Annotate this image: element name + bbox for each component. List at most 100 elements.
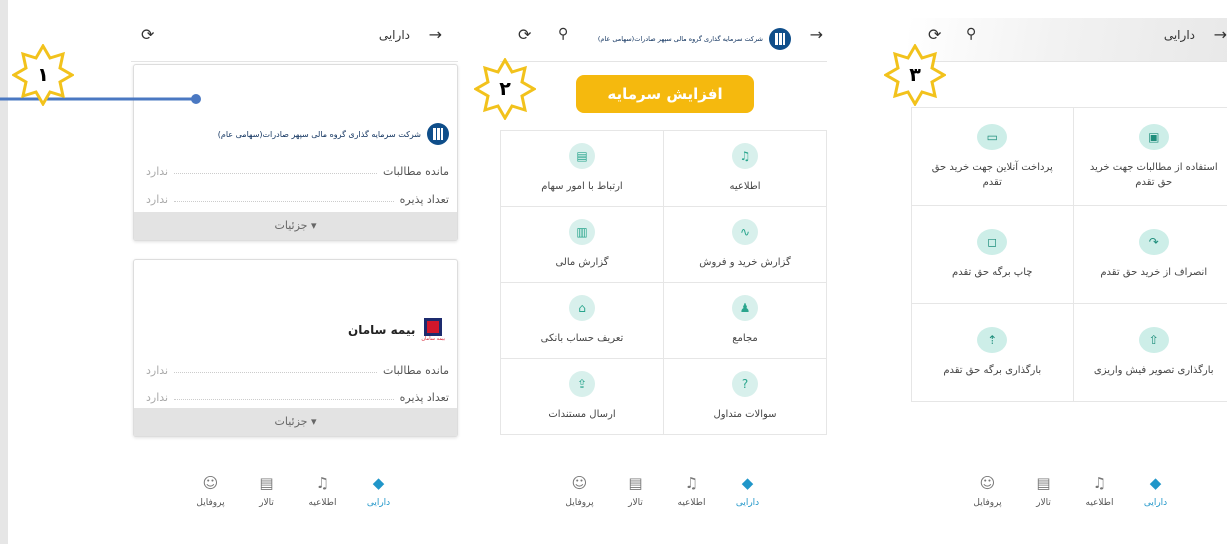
company-row: شرکت سرمایه گذاری گروه مالی سپهر صادرات(…	[218, 123, 449, 145]
chart-wave-icon: ∿	[732, 219, 758, 245]
panel-rights-menu: ⟳ ⚲ دارایی → ▭ پرداخت آنلاین جهت خرید حق …	[908, 0, 1227, 544]
profile-icon: ☺	[571, 474, 588, 492]
dotted-divider	[174, 391, 394, 400]
diamond-icon: ◆	[1149, 474, 1162, 492]
tile-label: اطلاعیه	[729, 181, 761, 192]
nav-profile[interactable]: ☺ پروفایل	[552, 470, 608, 530]
tile-label: گزارش خرید و فروش	[699, 257, 791, 268]
refresh-icon[interactable]: ⟳	[141, 25, 154, 44]
search-icon[interactable]: ⚲	[558, 26, 568, 42]
tile-label: انصراف از خرید حق تقدم	[1100, 267, 1208, 278]
refresh-icon[interactable]: ⟳	[518, 25, 531, 44]
upload-folder-icon: ⇡	[977, 327, 1008, 353]
nav-hall[interactable]: ▤ تالار	[1016, 470, 1072, 530]
balance-row: مانده مطالبات ندارد	[146, 364, 449, 377]
saman-logo: بیمه سامان	[421, 318, 445, 342]
company-row: بیمه سامان بیمه سامان	[348, 318, 445, 342]
step-badge-1: ۱	[11, 43, 75, 107]
search-icon[interactable]: ⚲	[966, 26, 976, 42]
balance-label: مانده مطالبات	[383, 165, 449, 178]
document-icon: ◻	[977, 229, 1008, 255]
balance-row: مانده مطالبات ندارد	[146, 165, 449, 178]
app-header: ⟳ ⚲ دارایی →	[908, 18, 1227, 62]
nav-label: اطلاعیه	[308, 498, 337, 508]
details-button[interactable]: ▾ جزئیات	[134, 408, 457, 436]
balance-value: ندارد	[146, 364, 169, 377]
tile-shareholder-contact[interactable]: ▤ ارتباط با امور سهام	[501, 131, 664, 207]
question-icon: ?	[732, 371, 758, 397]
nav-label: پروفایل	[973, 498, 1002, 508]
nav-assets[interactable]: ◆ دارایی	[351, 470, 407, 530]
nav-label: دارایی	[735, 498, 760, 508]
company-name: شرکت سرمایه گذاری گروه مالی سپهر صادرات(…	[217, 129, 421, 139]
tile-notices[interactable]: ♫ اطلاعیه	[664, 131, 827, 207]
nav-assets[interactable]: ◆ دارایی	[720, 470, 776, 530]
details-button[interactable]: ▾ جزئیات	[134, 212, 457, 240]
chat-icon: ▤	[1036, 474, 1051, 492]
tile-cancel-purchase[interactable]: ↷ انصراف از خرید حق تقدم	[1073, 206, 1227, 304]
nav-label: پروفایل	[565, 498, 594, 508]
tile-use-receivables[interactable]: ▣ استفاده از مطالبات جهت خرید حق تقدم	[1073, 108, 1227, 206]
tile-upload-rights[interactable]: ⇡ بارگذاری برگه حق تقدم	[912, 304, 1074, 402]
app-header: ⟳ دارایی →	[131, 18, 458, 62]
balance-label: مانده مطالبات	[383, 364, 449, 377]
saman-logo-icon	[424, 318, 443, 336]
back-arrow-icon[interactable]: →	[1214, 25, 1227, 44]
nav-notices[interactable]: ♫ اطلاعیه	[1072, 470, 1128, 530]
nav-notices[interactable]: ♫ اطلاعیه	[664, 470, 720, 530]
nav-assets[interactable]: ◆ دارایی	[1128, 470, 1184, 530]
nav-profile[interactable]: ☺ پروفایل	[183, 470, 239, 530]
undo-icon: ↷	[1138, 229, 1169, 255]
upload-image-icon: ⇧	[1138, 327, 1169, 353]
nav-profile[interactable]: ☺ پروفایل	[960, 470, 1016, 530]
tile-online-payment[interactable]: ▭ پرداخت آنلاین جهت خرید حق تقدم	[912, 108, 1074, 206]
nav-hall[interactable]: ▤ تالار	[608, 470, 664, 530]
tile-label: سوالات متداول	[713, 409, 777, 420]
nav-notices[interactable]: ♫ اطلاعیه	[295, 470, 351, 530]
tile-label: بارگذاری برگه حق تقدم	[943, 365, 1042, 376]
asset-card[interactable]: شرکت سرمایه گذاری گروه مالی سپهر صادرات(…	[133, 64, 458, 241]
company-name: شرکت سرمایه گذاری گروه مالی سپهر صادرات(…	[597, 35, 763, 43]
nav-hall[interactable]: ▤ تالار	[239, 470, 295, 530]
tile-label: بارگذاری تصویر فیش واریزی	[1093, 365, 1214, 376]
tile-financial-report[interactable]: ▥ گزارش مالی	[501, 207, 664, 283]
tile-label: ارسال مستندات	[548, 409, 616, 420]
chat-icon: ▤	[628, 474, 643, 492]
sepehr-logo-icon	[769, 28, 791, 50]
back-arrow-icon[interactable]: →	[429, 25, 442, 44]
bank-icon: ⌂	[569, 295, 595, 321]
nav-label: اطلاعیه	[1085, 498, 1114, 508]
tile-bank-account[interactable]: ⌂ تعریف حساب بانکی	[501, 283, 664, 359]
asset-card[interactable]: بیمه سامان بیمه سامان مانده مطالبات ندار…	[133, 259, 458, 437]
underwriting-row: تعداد پذیره ندارد	[146, 391, 449, 404]
step-badge-3: ۳	[883, 43, 947, 107]
tile-trade-report[interactable]: ∿ گزارش خرید و فروش	[664, 207, 827, 283]
tile-upload-receipt[interactable]: ⇧ بارگذاری تصویر فیش واریزی	[1073, 304, 1227, 402]
dotted-divider	[174, 193, 394, 202]
nav-label: اطلاعیه	[677, 498, 706, 508]
wallet-icon: ▣	[1138, 123, 1169, 150]
badge-number: ۱	[37, 64, 49, 86]
badge-number: ۳	[909, 64, 921, 86]
capital-increase-button[interactable]: افزایش سرمایه	[576, 75, 754, 113]
tile-send-documents[interactable]: ⇪ ارسال مستندات	[501, 359, 664, 435]
underwriting-label: تعداد پذیره	[399, 391, 449, 404]
tile-label: تعریف حساب بانکی	[540, 333, 624, 344]
left-edge-strip	[0, 0, 8, 544]
diamond-icon: ◆	[372, 474, 385, 492]
bell-icon: ♫	[1092, 474, 1107, 492]
balance-value: ندارد	[146, 165, 169, 178]
tile-assemblies[interactable]: ♟ مجامع	[664, 283, 827, 359]
panel-company-menu: ⟳ ⚲ شرکت سرمایه گذاری گروه مالی سپهر صاد…	[500, 0, 827, 544]
tile-faq[interactable]: ? سوالات متداول	[664, 359, 827, 435]
tile-label: استفاده از مطالبات جهت خرید حق تقدم	[1089, 161, 1218, 188]
app-header: ⟳ ⚲ شرکت سرمایه گذاری گروه مالی سپهر صاد…	[500, 18, 827, 62]
upload-document-icon: ⇪	[569, 371, 595, 397]
underwriting-value: ندارد	[146, 193, 169, 206]
refresh-icon[interactable]: ⟳	[928, 25, 941, 44]
profile-icon: ☺	[979, 474, 996, 492]
tile-print-rights[interactable]: ◻ چاپ برگه حق تقدم	[912, 206, 1074, 304]
back-arrow-icon[interactable]: →	[810, 25, 823, 44]
panel-assets-list: ⟳ دارایی → شرکت سرمایه گذاری گروه مالی س…	[131, 0, 458, 544]
bottom-nav: ☺ پروفایل ▤ تالار ♫ اطلاعیه ◆ دارایی	[500, 470, 827, 530]
